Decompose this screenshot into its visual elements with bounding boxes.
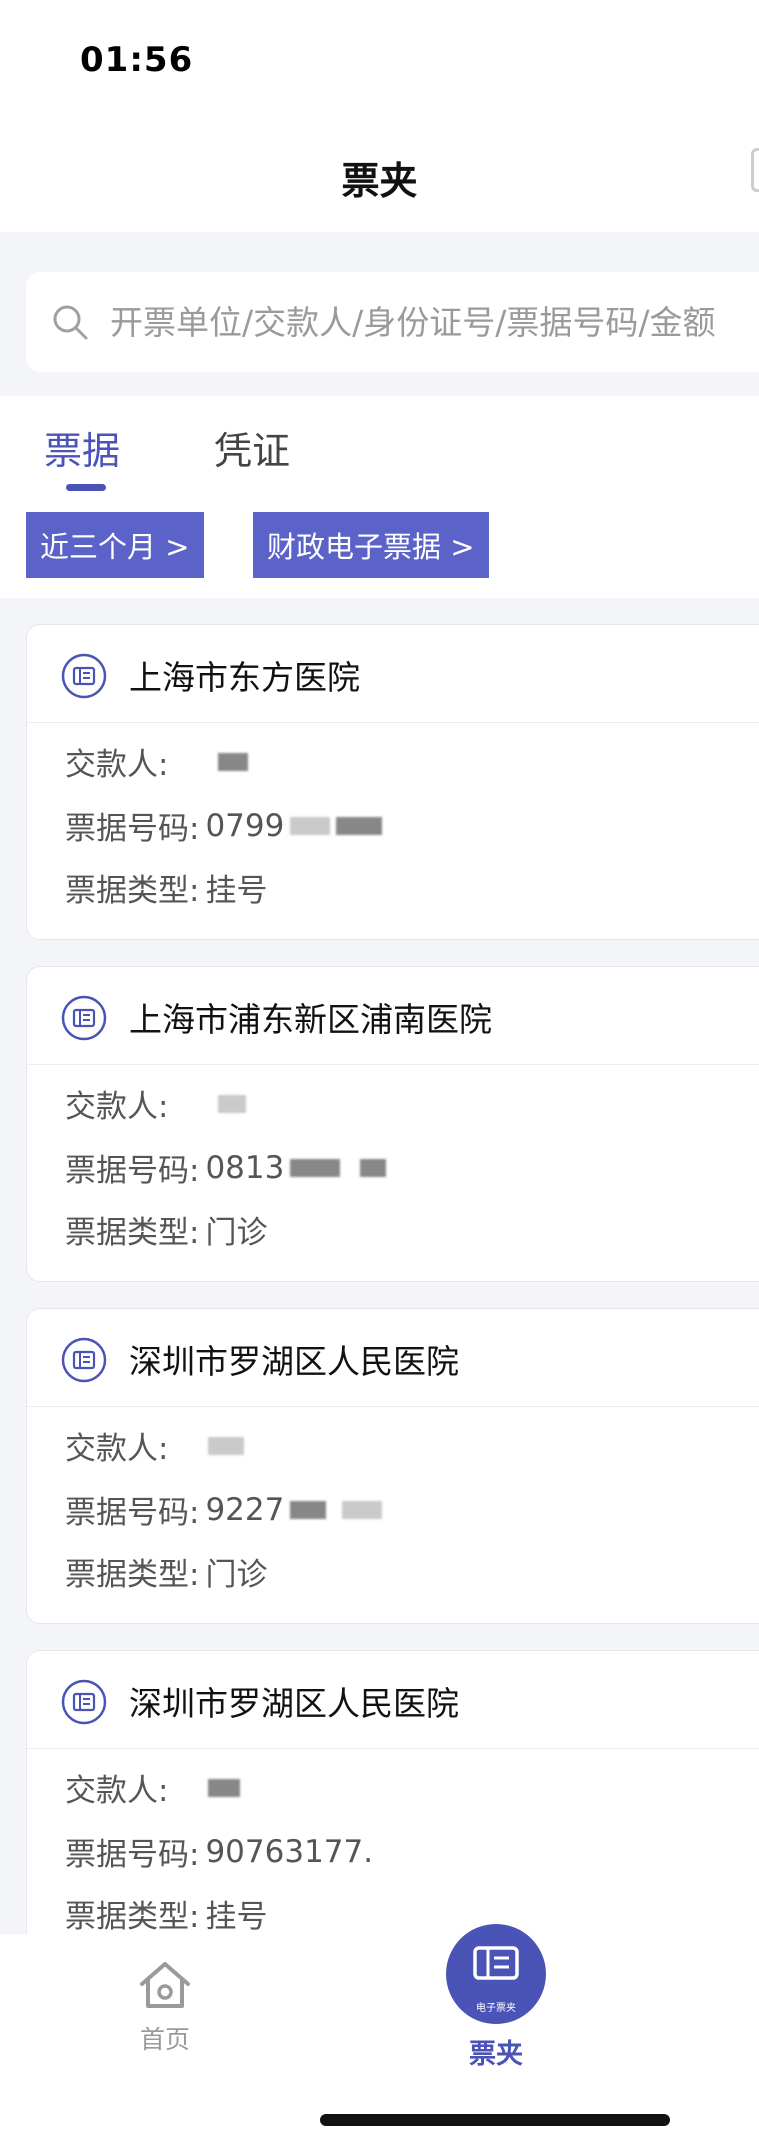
search-icon	[53, 305, 88, 340]
bill-type-label: 票据类型:	[65, 1899, 200, 1935]
bill-card[interactable]: 上海市浦东新区浦南医院 交款人: 票据号码: 0813 票据类型: 门诊	[26, 966, 759, 1282]
bill-type-label: 票据类型:	[65, 1557, 200, 1593]
filter-bill-category[interactable]: 财政电子票据 >	[253, 512, 489, 578]
bill-card-header: 上海市东方医院	[27, 625, 759, 723]
bill-number-value: 90763177.	[205, 1833, 374, 1870]
nav-bar: 票夹	[0, 120, 759, 232]
bill-wallet-icon: 电子票夹	[446, 1924, 546, 2024]
wallet-badge-text: 电子票夹	[476, 2003, 516, 2014]
bill-icon	[61, 1679, 107, 1725]
bill-number-label: 票据号码:	[65, 1153, 200, 1189]
bill-number-label: 票据号码:	[65, 811, 200, 847]
status-bar: 01:56	[0, 0, 759, 120]
bill-type-value: 门诊	[205, 1557, 268, 1593]
redacted-payer	[208, 1436, 245, 1455]
redacted-bill-number	[290, 1500, 327, 1519]
bottom-tab-wallet-label: 票夹	[469, 2039, 523, 2070]
bottom-tab-wallet[interactable]: 电子票夹 票夹	[446, 1924, 546, 2071]
bill-number-value: 9227	[205, 1491, 285, 1528]
bill-number-value: 0799	[205, 807, 285, 844]
search-input[interactable]	[110, 302, 759, 342]
status-time: 01:56	[80, 40, 194, 80]
bill-type-label: 票据类型:	[65, 873, 200, 909]
bill-number-label: 票据号码:	[65, 1495, 200, 1531]
bill-card[interactable]: 深圳市罗湖区人民医院 交款人: 票据号码: 90763177. 票据类型: 挂号	[26, 1650, 759, 1966]
payer-row: 交款人:	[65, 739, 249, 784]
tab-active-indicator	[66, 484, 106, 491]
payer-row: 交款人:	[65, 1081, 247, 1126]
bill-card-header: 深圳市罗湖区人民医院	[27, 1651, 759, 1749]
bill-card[interactable]: 深圳市罗湖区人民医院 交款人: 票据号码: 9227 票据类型: 门诊	[26, 1308, 759, 1624]
redacted-payer	[208, 1778, 241, 1797]
bill-number-row: 票据号码: 90763177.	[65, 1829, 373, 1874]
search-box[interactable]	[26, 272, 759, 372]
payer-label: 交款人:	[65, 1089, 169, 1125]
bottom-tab-bar: 首页 电子票夹 票夹	[0, 1924, 759, 2151]
bill-type-row: 票据类型: 挂号	[65, 865, 267, 910]
tab-bills[interactable]: 票据	[44, 420, 120, 475]
bill-type-label: 票据类型:	[65, 1215, 200, 1251]
payer-label: 交款人:	[65, 747, 169, 783]
bill-type-value: 挂号	[205, 1899, 268, 1935]
redacted-bill-number	[290, 816, 331, 835]
redacted-bill-number	[290, 1158, 341, 1177]
bill-card-header: 深圳市罗湖区人民医院	[27, 1309, 759, 1407]
search-section	[0, 232, 759, 396]
bill-type-value: 门诊	[205, 1215, 268, 1251]
hospital-name: 深圳市罗湖区人民医院	[129, 1684, 459, 1723]
bill-icon	[61, 995, 107, 1041]
tabs-area: 票据 凭证 近三个月 > 财政电子票据 >	[0, 396, 759, 598]
hospital-name: 上海市浦东新区浦南医院	[129, 1000, 492, 1039]
bill-number-label: 票据号码:	[65, 1837, 200, 1873]
redacted-payer	[218, 1094, 247, 1113]
payer-label: 交款人:	[65, 1773, 169, 1809]
bill-card[interactable]: 上海市东方医院 交款人: 票据号码: 0799 票据类型: 挂号	[26, 624, 759, 940]
open-book-icon	[473, 1946, 519, 1980]
bill-number-row: 票据号码: 9227	[65, 1487, 383, 1532]
redacted-bill-number	[336, 816, 383, 835]
redacted-payer	[218, 752, 249, 771]
bill-number-row: 票据号码: 0813	[65, 1145, 387, 1190]
payer-row: 交款人:	[65, 1423, 245, 1468]
bottom-tab-home-label: 首页	[139, 2025, 190, 2054]
bill-type-row: 票据类型: 挂号	[65, 1891, 267, 1936]
bill-number-row: 票据号码: 0799	[65, 803, 383, 848]
bill-type-row: 票据类型: 门诊	[65, 1207, 267, 1252]
page-title: 票夹	[341, 159, 418, 203]
home-indicator-bar	[320, 2114, 670, 2126]
payer-row: 交款人:	[65, 1765, 241, 1810]
bottom-tab-home[interactable]: 首页	[130, 1956, 200, 2056]
bill-type-row: 票据类型: 门诊	[65, 1549, 267, 1594]
bill-number-value: 0813	[205, 1149, 285, 1186]
tab-vouchers[interactable]: 凭证	[214, 420, 290, 475]
filter-date-range[interactable]: 近三个月 >	[26, 512, 204, 578]
home-icon	[140, 1962, 190, 2008]
bill-card-header: 上海市浦东新区浦南医院	[27, 967, 759, 1065]
redacted-bill-number	[342, 1500, 383, 1519]
redacted-bill-number	[360, 1158, 387, 1177]
hospital-name: 深圳市罗湖区人民医院	[129, 1342, 459, 1381]
nav-more-edge[interactable]	[751, 148, 759, 192]
bill-type-value: 挂号	[205, 873, 268, 909]
bill-icon	[61, 653, 107, 699]
bill-icon	[61, 1337, 107, 1383]
hospital-name: 上海市东方医院	[129, 658, 360, 697]
payer-label: 交款人:	[65, 1431, 169, 1467]
